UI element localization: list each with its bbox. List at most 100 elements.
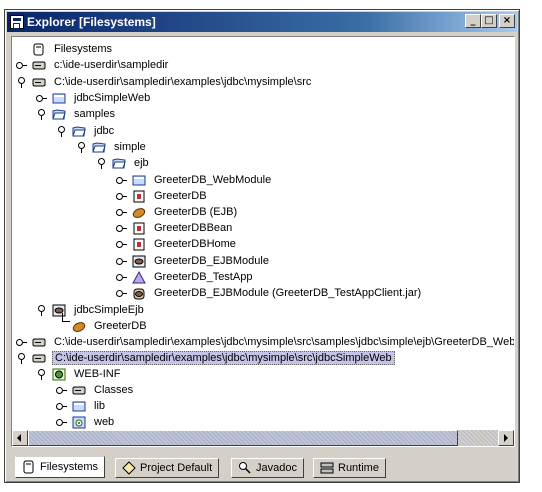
tree-node-label[interactable]: WEB-INF <box>72 367 122 381</box>
collapse-handle-icon[interactable] <box>36 305 48 316</box>
tree-node[interactable]: jdbcSimpleEjb <box>12 302 514 318</box>
tab-project-default[interactable]: Project Default <box>115 458 220 478</box>
collapse-handle-icon[interactable] <box>36 369 48 380</box>
tree-node-label[interactable]: c:\ide-userdir\sampledir <box>52 58 170 72</box>
horizontal-scrollbar[interactable] <box>12 430 514 446</box>
tree-node-label[interactable]: GreeterDB_EJBModule <box>152 254 271 268</box>
arrow-right-icon <box>504 434 508 442</box>
title-bar[interactable]: Explorer [Filesystems] _ □ × <box>7 12 517 32</box>
tree-node[interactable]: GreeterDB <box>12 318 514 334</box>
collapse-handle-icon[interactable] <box>16 353 28 364</box>
drive-icon <box>72 384 86 397</box>
tab-javadoc[interactable]: Javadoc <box>231 458 304 478</box>
tab-label: Javadoc <box>256 462 297 474</box>
tree-node-label[interactable]: GreeterDB (EJB) <box>152 205 239 219</box>
minimize-button[interactable]: _ <box>465 14 481 28</box>
tree-node-label[interactable]: jdbcSimpleEjb <box>72 303 146 317</box>
tree-node-label[interactable]: ejb <box>132 156 151 170</box>
tab-label: Project Default <box>140 462 213 474</box>
tree-node-label[interactable]: Filesystems <box>52 42 114 56</box>
tree-node-label[interactable]: GreeterDB <box>152 189 209 203</box>
tree-node[interactable]: c:\ide-userdir\sampledir <box>12 57 514 73</box>
tree-node[interactable]: GreeterDB_EJBModule (GreeterDB_TestAppCl… <box>12 285 514 301</box>
drive-icon <box>32 336 46 349</box>
tree-node[interactable]: Filesystems <box>12 41 514 57</box>
close-button[interactable]: × <box>499 14 515 28</box>
tree-node-label[interactable]: Classes <box>92 383 135 397</box>
tree-node[interactable]: GreeterDB_WebModule <box>12 172 514 188</box>
collapse-handle-icon[interactable] <box>96 158 108 169</box>
expand-handle-icon[interactable] <box>116 192 128 201</box>
ejb-bean-icon <box>132 206 146 219</box>
folder-icon <box>132 174 146 187</box>
folder-icon <box>52 92 66 105</box>
scrollbar-thumb[interactable] <box>28 430 458 446</box>
tree-node[interactable]: WEB-INF <box>12 366 514 382</box>
expand-handle-icon[interactable] <box>116 289 128 298</box>
tree-node[interactable]: GreeterDB_TestApp <box>12 269 514 285</box>
tree-node-label[interactable]: GreeterDBBean <box>152 221 234 235</box>
drive-icon <box>32 59 46 72</box>
tree-node-label[interactable]: jdbc <box>92 124 116 138</box>
application-icon <box>132 271 146 284</box>
expand-handle-icon[interactable] <box>116 208 128 217</box>
explorer-tree: Filesystems c:\ide-userdir\sampledir C:\id… <box>11 36 515 447</box>
tree-node-label[interactable]: samples <box>72 107 117 121</box>
java-class-icon <box>132 222 146 235</box>
expand-handle-icon[interactable] <box>116 240 128 249</box>
tree-node-label[interactable]: C:\ide-userdir\sampledir\examples\jdbc\m… <box>52 351 395 365</box>
collapse-handle-icon[interactable] <box>56 126 68 137</box>
tab-label: Runtime <box>338 462 379 474</box>
tree-node[interactable]: GreeterDBHome <box>12 236 514 252</box>
expand-handle-icon[interactable] <box>56 402 68 411</box>
scroll-left-button[interactable] <box>12 430 28 446</box>
filesystems-icon <box>22 460 36 474</box>
tree-node[interactable]: web <box>12 414 514 430</box>
tree-node-label[interactable]: simple <box>112 140 148 154</box>
tree-node-label[interactable]: C:\ide-userdir\sampledir\examples\jdbc\m… <box>52 75 313 89</box>
tree-node[interactable]: C:\ide-userdir\sampledir\examples\jdbc\m… <box>12 74 514 90</box>
tree-node[interactable]: GreeterDB <box>12 188 514 204</box>
tree-node-label[interactable]: jdbcSimpleWeb <box>72 91 152 105</box>
ejb-module-icon <box>132 255 146 268</box>
tree-node[interactable]: C:\ide-userdir\sampledir\examples\jdbc\m… <box>12 334 514 350</box>
filesystems-icon <box>32 43 46 56</box>
tab-filesystems[interactable]: Filesystems <box>15 456 106 478</box>
tree-node[interactable]: C:\ide-userdir\sampledir\examples\jdbc\m… <box>12 350 514 366</box>
tree-node-label[interactable]: GreeterDB_TestApp <box>152 270 254 284</box>
expand-handle-icon[interactable] <box>116 257 128 266</box>
collapse-handle-icon[interactable] <box>16 77 28 88</box>
tree-node[interactable]: simple <box>12 139 514 155</box>
scroll-right-button[interactable] <box>498 430 514 446</box>
tree-node[interactable]: lib <box>12 398 514 414</box>
tree-node[interactable]: Classes <box>12 382 514 398</box>
tree-node-label[interactable]: GreeterDBHome <box>152 237 238 251</box>
collapse-handle-icon[interactable] <box>36 109 48 120</box>
maximize-button[interactable]: □ <box>481 14 497 28</box>
tree-node[interactable]: GreeterDBBean <box>12 220 514 236</box>
tree-node-label[interactable]: web <box>92 415 116 429</box>
expand-handle-icon[interactable] <box>16 61 28 70</box>
tree-node[interactable]: samples <box>12 106 514 122</box>
expand-handle-icon[interactable] <box>116 176 128 185</box>
tree-node[interactable]: jdbcSimpleWeb <box>12 90 514 106</box>
tree-node-label[interactable]: GreeterDB_WebModule <box>152 173 273 187</box>
jar-bean-icon <box>132 287 146 300</box>
tree-node-label[interactable]: C:\ide-userdir\sampledir\examples\jdbc\m… <box>52 335 514 349</box>
tree-node[interactable]: GreeterDB (EJB) <box>12 204 514 220</box>
tree-node-label[interactable]: lib <box>92 399 107 413</box>
tree-node[interactable]: GreeterDB_EJBModule <box>12 253 514 269</box>
expand-handle-icon[interactable] <box>116 224 128 233</box>
expand-handle-icon[interactable] <box>56 418 68 427</box>
expand-handle-icon[interactable] <box>116 273 128 282</box>
tree-node[interactable]: jdbc <box>12 123 514 139</box>
expand-handle-icon[interactable] <box>56 386 68 395</box>
collapse-handle-icon[interactable] <box>76 142 88 153</box>
tree-node-label[interactable]: GreeterDB <box>92 319 149 333</box>
web-folder-icon <box>72 416 86 429</box>
expand-handle-icon[interactable] <box>16 338 28 347</box>
expand-handle-icon[interactable] <box>36 94 48 103</box>
tree-node-label[interactable]: GreeterDB_EJBModule (GreeterDB_TestAppCl… <box>152 286 423 300</box>
tab-runtime[interactable]: Runtime <box>313 458 386 478</box>
tree-node[interactable]: ejb <box>12 155 514 171</box>
